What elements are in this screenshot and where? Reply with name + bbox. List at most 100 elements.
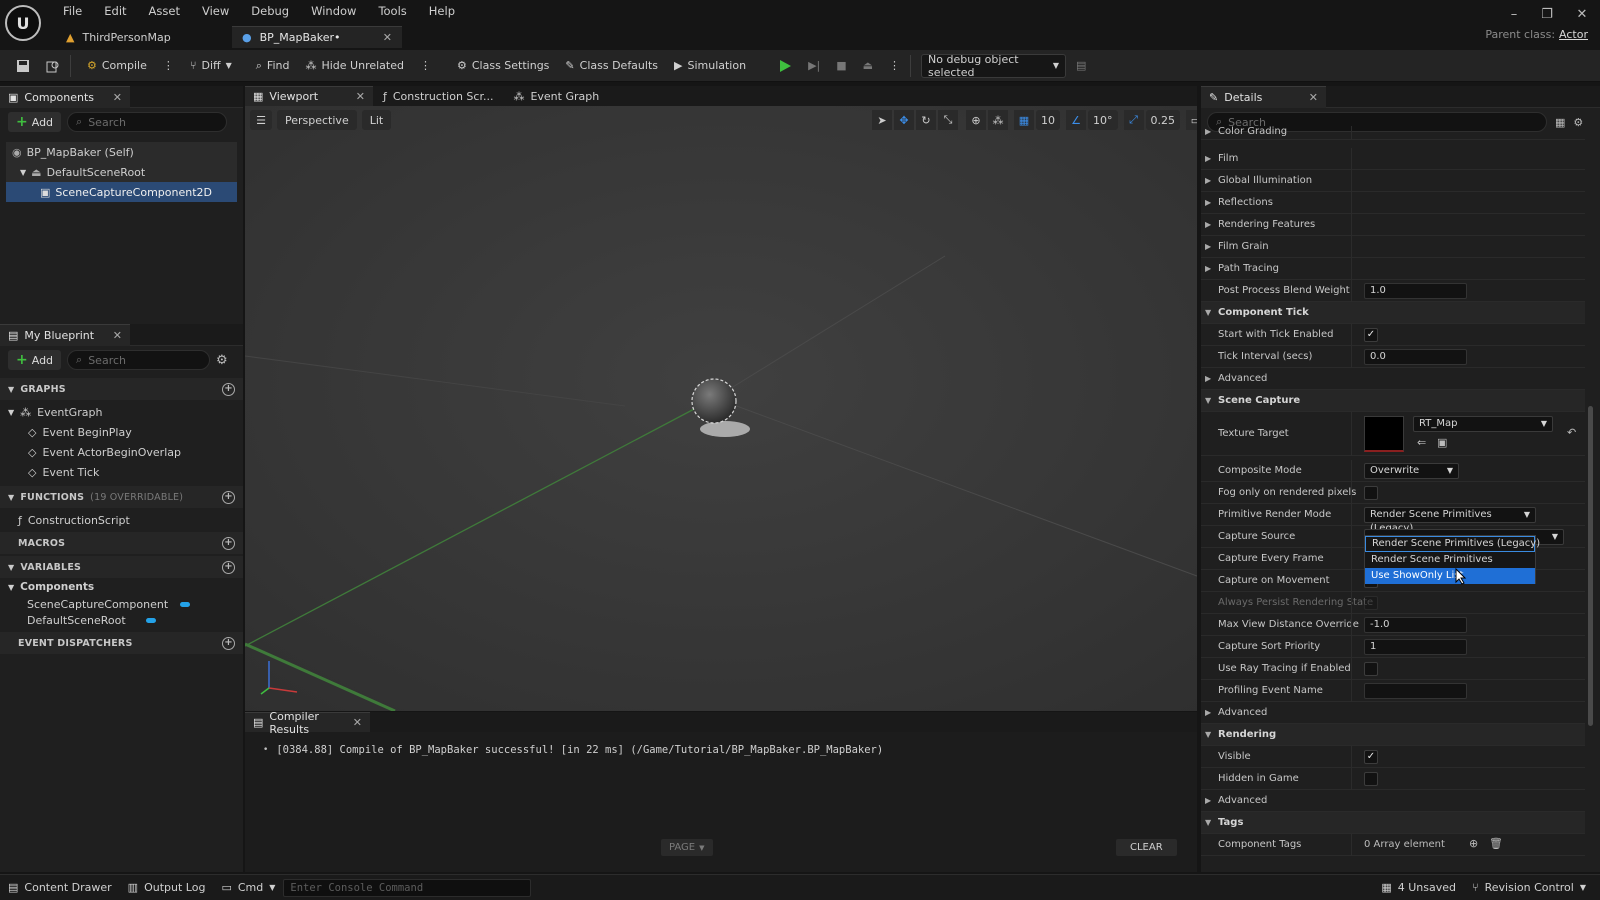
visible-checkbox[interactable]: ✓ bbox=[1364, 750, 1378, 764]
detail-row-film-grain[interactable]: ▶ Film Grain bbox=[1201, 236, 1585, 258]
texture-thumbnail[interactable] bbox=[1364, 416, 1404, 452]
section-event-dispatchers[interactable]: EVENT DISPATCHERS + bbox=[0, 632, 243, 654]
camera-speed-icon[interactable]: ▭ bbox=[1186, 110, 1197, 130]
hamburger-icon[interactable]: ☰ bbox=[250, 110, 272, 130]
add-graph-icon[interactable]: + bbox=[222, 382, 235, 396]
collapse-arrow-icon[interactable]: ▼ bbox=[20, 168, 26, 177]
grid-snap-icon[interactable]: ▦ bbox=[1014, 110, 1034, 130]
detail-category-rendering[interactable]: ▼ Rendering bbox=[1201, 724, 1585, 746]
rotate-icon[interactable]: ↻ bbox=[916, 110, 936, 130]
detail-row-advanced-capture[interactable]: ▶ Advanced bbox=[1201, 702, 1585, 724]
delete-icon[interactable]: 🗑 bbox=[1489, 837, 1503, 850]
close-icon[interactable]: ✕ bbox=[353, 716, 362, 729]
detail-row-advanced-tick[interactable]: ▶ Advanced bbox=[1201, 368, 1585, 390]
unsaved-button[interactable]: ▦ 4 Unsaved bbox=[1373, 875, 1464, 900]
close-window-icon[interactable]: ✕ bbox=[1572, 6, 1592, 22]
play-button[interactable] bbox=[772, 53, 798, 79]
menu-view[interactable]: View bbox=[191, 2, 240, 20]
step-icon[interactable]: ▶| bbox=[802, 53, 826, 79]
use-ray-tracing-checkbox[interactable] bbox=[1364, 662, 1378, 676]
hide-unrelated-button[interactable]: ⁂ Hide Unrelated bbox=[299, 53, 410, 79]
hide-options-icon[interactable]: ⋮ bbox=[414, 53, 437, 79]
close-icon[interactable]: ✕ bbox=[113, 329, 122, 342]
variable-item[interactable]: DefaultSceneRoot bbox=[0, 612, 243, 628]
cmd-button[interactable]: ▭ Cmd ▼ bbox=[213, 875, 283, 900]
compile-button[interactable]: ⚙ Compile bbox=[81, 53, 153, 79]
composite-mode-select[interactable]: Overwrite ▼ bbox=[1364, 463, 1459, 479]
variables-group[interactable]: ▼ Components bbox=[0, 578, 243, 596]
output-log-button[interactable]: ▥ Output Log bbox=[120, 875, 214, 900]
tree-item-scene-capture[interactable]: ▣ SceneCaptureComponent2D bbox=[6, 182, 237, 202]
gear-icon[interactable]: ⚙ bbox=[216, 353, 228, 368]
world-local-icon[interactable]: ⊕ bbox=[966, 110, 986, 130]
close-icon[interactable]: ✕ bbox=[113, 91, 122, 104]
detail-row-color-grading[interactable]: ▶ Color Grading bbox=[1201, 126, 1585, 140]
tick-interval-input[interactable]: 0.0 bbox=[1364, 349, 1467, 365]
event-item[interactable]: ◇ Event Tick bbox=[0, 462, 243, 482]
add-dispatcher-icon[interactable]: + bbox=[222, 636, 235, 650]
add-function-icon[interactable]: + bbox=[222, 490, 235, 504]
detail-category-component-tick[interactable]: ▼ Component Tick bbox=[1201, 302, 1585, 324]
tree-item-self[interactable]: ◉ BP_MapBaker (Self) bbox=[6, 142, 237, 162]
restore-icon[interactable]: ❐ bbox=[1537, 6, 1557, 22]
doc-tab-blueprint[interactable]: ● BP_MapBaker• ✕ bbox=[232, 26, 402, 48]
dropdown-option[interactable]: Render Scene Primitives bbox=[1365, 552, 1535, 568]
rotation-snap-icon[interactable]: ∠ bbox=[1066, 110, 1086, 130]
class-defaults-button[interactable]: ✎ Class Defaults bbox=[559, 53, 664, 79]
event-item[interactable]: ◇ Event BeginPlay bbox=[0, 422, 243, 442]
reset-icon[interactable]: ↶ bbox=[1567, 426, 1576, 439]
translate-icon[interactable]: ✥ bbox=[894, 110, 914, 130]
menu-help[interactable]: Help bbox=[418, 2, 466, 20]
dropdown-option[interactable]: Render Scene Primitives (Legacy) bbox=[1365, 536, 1540, 552]
browse-icon[interactable] bbox=[40, 53, 66, 79]
menu-edit[interactable]: Edit bbox=[93, 2, 137, 20]
class-settings-button[interactable]: ⚙ Class Settings bbox=[451, 53, 555, 79]
lit-button[interactable]: Lit bbox=[361, 110, 392, 130]
surface-snap-icon[interactable]: ⁂ bbox=[988, 110, 1008, 130]
viewport[interactable]: ☰ Perspective Lit ➤ ✥ ↻ ⤡ ⊕ ⁂ ▦ 10 ∠ 10°… bbox=[245, 106, 1197, 711]
close-icon[interactable]: ✕ bbox=[1309, 91, 1318, 104]
section-variables[interactable]: ▼ VARIABLES + bbox=[0, 556, 243, 578]
add-variable-icon[interactable]: + bbox=[222, 560, 235, 574]
details-scrollbar[interactable] bbox=[1588, 406, 1593, 726]
detail-row-global-illumination[interactable]: ▶ Global Illumination bbox=[1201, 170, 1585, 192]
variable-item[interactable]: SceneCaptureComponent bbox=[0, 596, 243, 612]
browse-asset-icon[interactable]: ▣ bbox=[1437, 436, 1447, 449]
section-macros[interactable]: MACROS + bbox=[0, 532, 243, 554]
section-graphs[interactable]: ▼ GRAPHS + bbox=[0, 378, 243, 400]
menu-file[interactable]: File bbox=[52, 2, 93, 20]
my-blueprint-search-input[interactable]: ⌕ Search bbox=[67, 350, 211, 370]
compiler-results-tab[interactable]: ▤ Compiler Results ✕ bbox=[245, 710, 370, 736]
profiling-event-name-input[interactable] bbox=[1364, 683, 1467, 699]
detail-row-rendering-features[interactable]: ▶ Rendering Features bbox=[1201, 214, 1585, 236]
find-button[interactable]: ⌕ Find bbox=[250, 53, 296, 79]
texture-target-select[interactable]: RT_Map ▼ bbox=[1413, 416, 1553, 432]
add-element-icon[interactable]: ⊕ bbox=[1469, 837, 1478, 850]
minimize-icon[interactable]: – bbox=[1504, 6, 1524, 22]
details-tab[interactable]: ✎ Details ✕ bbox=[1201, 85, 1326, 108]
detail-row-reflections[interactable]: ▶ Reflections bbox=[1201, 192, 1585, 214]
hidden-in-game-checkbox[interactable] bbox=[1364, 772, 1378, 786]
my-blueprint-tab[interactable]: ▤ My Blueprint ✕ bbox=[0, 323, 130, 346]
add-macro-icon[interactable]: + bbox=[222, 536, 235, 550]
menu-tools[interactable]: Tools bbox=[367, 2, 417, 20]
debug-filter-icon[interactable]: ▤ bbox=[1070, 53, 1092, 79]
event-item[interactable]: ◇ Event ActorBeginOverlap bbox=[0, 442, 243, 462]
menu-debug[interactable]: Debug bbox=[240, 2, 300, 20]
dropdown-option-highlighted[interactable]: Use ShowOnly List bbox=[1365, 568, 1535, 584]
parent-class-value[interactable]: Actor bbox=[1559, 28, 1588, 41]
tab-event-graph[interactable]: ⁂ Event Graph bbox=[503, 86, 609, 106]
close-icon[interactable]: ✕ bbox=[356, 90, 365, 103]
add-component-button[interactable]: + Add bbox=[8, 112, 62, 132]
primitive-render-mode-select[interactable]: Render Scene Primitives (Legacy) ▼ bbox=[1364, 507, 1536, 534]
start-tick-checkbox[interactable]: ✓ bbox=[1364, 328, 1378, 342]
use-selected-icon[interactable]: ⇐ bbox=[1417, 436, 1426, 449]
close-icon[interactable]: ✕ bbox=[383, 31, 392, 44]
revision-control-button[interactable]: ⑂ Revision Control ▼ bbox=[1464, 875, 1600, 900]
capture-sort-priority-input[interactable]: 1 bbox=[1364, 639, 1467, 655]
stop-icon[interactable]: ■ bbox=[830, 53, 852, 79]
scale-snap-value[interactable]: 0.25 bbox=[1145, 110, 1180, 130]
scale-icon[interactable]: ⤡ bbox=[938, 110, 958, 130]
section-functions[interactable]: ▼ FUNCTIONS (19 OVERRIDABLE) + bbox=[0, 486, 243, 508]
perspective-button[interactable]: Perspective bbox=[277, 110, 357, 130]
